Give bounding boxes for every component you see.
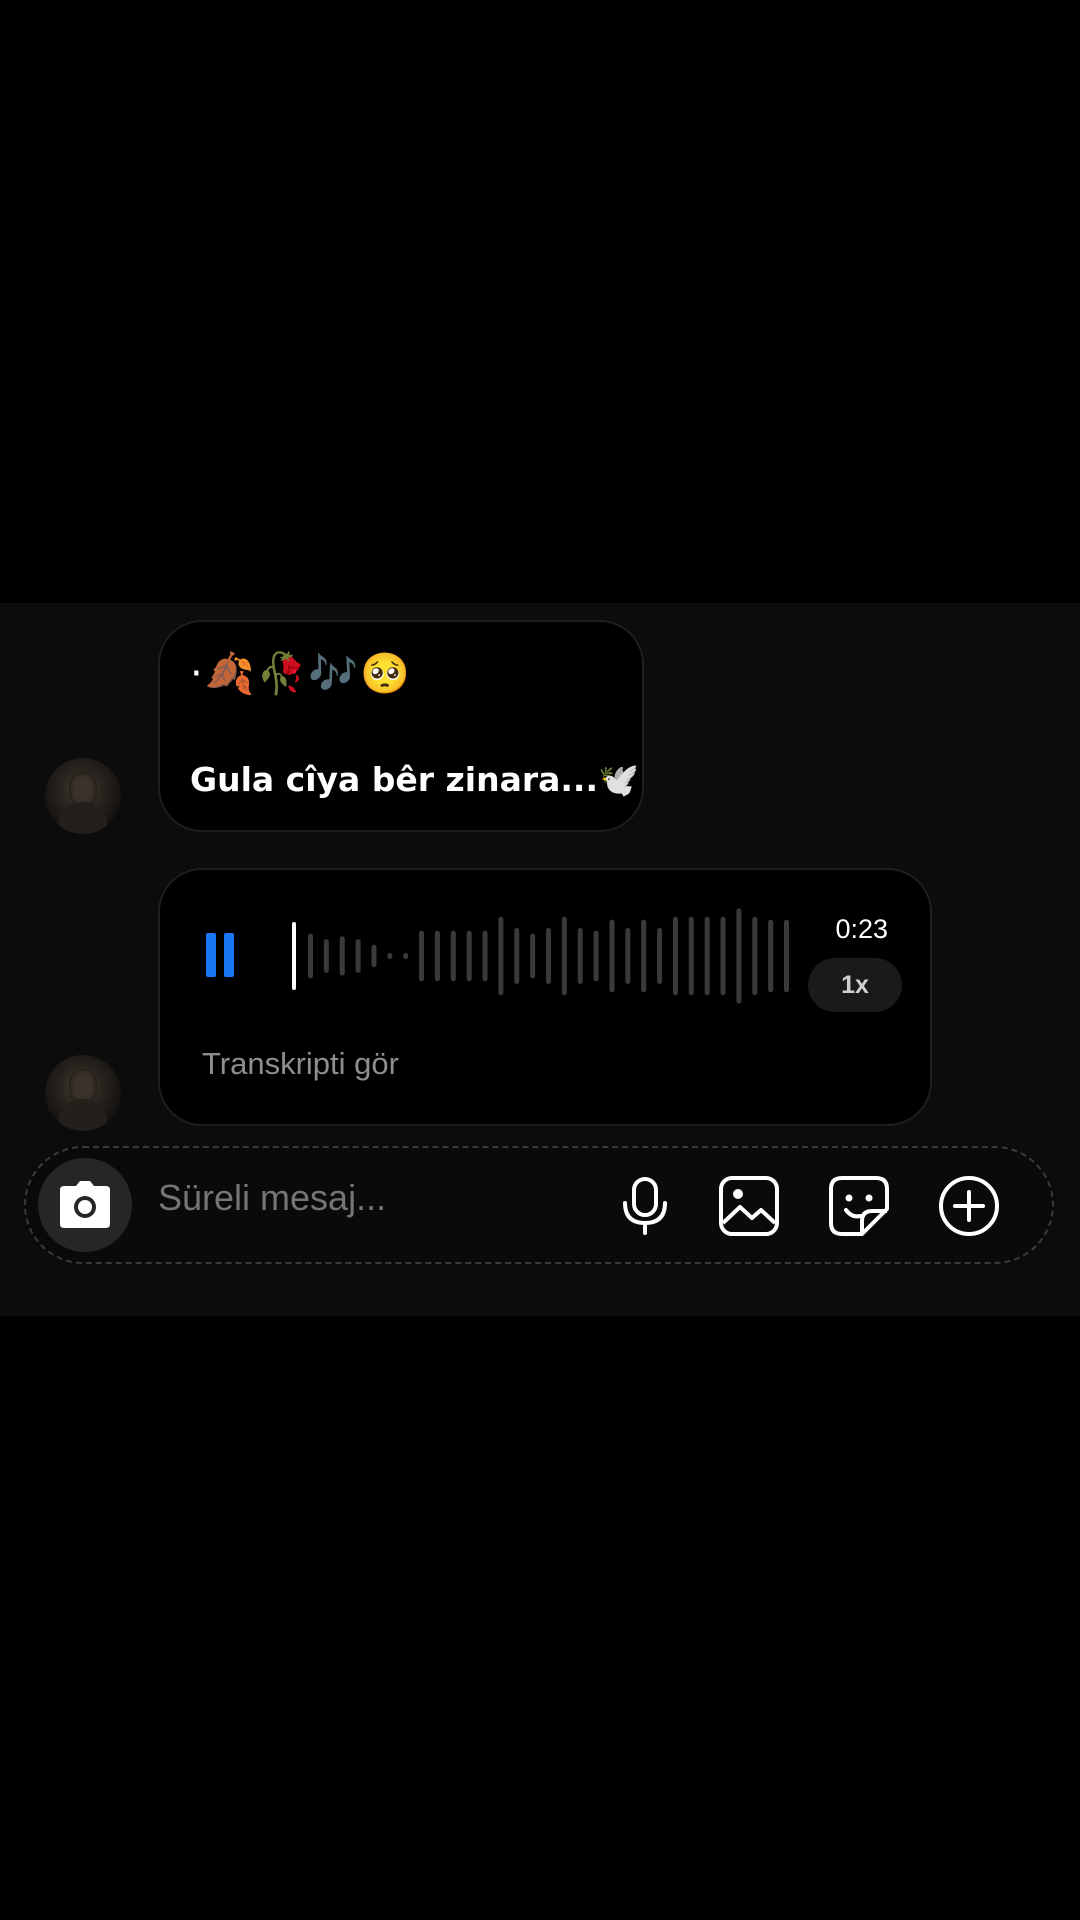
waveform-bar (625, 928, 631, 984)
waveform-bar (657, 928, 663, 984)
plus-circle-icon[interactable] (938, 1175, 1000, 1237)
message-text: Gula cîya bêr zinara...🕊️ (190, 760, 640, 799)
playback-speed-button[interactable]: 1x (808, 958, 902, 1012)
message-composer (24, 1146, 1054, 1264)
camera-icon (60, 1181, 110, 1228)
waveform-bar (482, 930, 488, 982)
camera-button[interactable] (38, 1158, 132, 1252)
waveform-bar (609, 919, 615, 993)
view-transcript-link[interactable]: Transkripti gör (202, 1046, 399, 1082)
waveform-bar (704, 916, 710, 996)
waveform-bar (371, 944, 377, 968)
microphone-icon[interactable] (614, 1175, 676, 1237)
waveform-bar (323, 939, 329, 973)
waveform-bar (593, 930, 599, 982)
sender-avatar[interactable] (45, 1055, 121, 1131)
waveform-bar (434, 930, 440, 982)
waveform-bar (450, 930, 456, 982)
waveform-bar (387, 953, 393, 959)
waveform-bar (466, 930, 472, 982)
waveform-bar (688, 916, 694, 996)
waveform-bar (561, 916, 567, 996)
waveform-bar (355, 939, 361, 973)
waveform-bar (339, 936, 345, 976)
waveform-bar (641, 919, 647, 993)
waveform-bar (308, 933, 313, 979)
waveform-bar (736, 908, 742, 1004)
waveform-bar (403, 953, 409, 959)
waveform-bar (720, 916, 726, 996)
pause-icon[interactable] (206, 933, 236, 977)
sticker-icon[interactable] (828, 1175, 890, 1237)
waveform-bar (514, 928, 520, 984)
message-input[interactable] (156, 1176, 600, 1220)
voice-waveform[interactable] (290, 900, 790, 1012)
waveform-bar (498, 916, 504, 996)
sender-avatar[interactable] (45, 758, 121, 834)
emoji-line: ·🍂🥀🎶🥺 (190, 651, 412, 697)
voice-duration: 0:23 (835, 914, 888, 944)
waveform-bar (530, 933, 536, 979)
waveform-bar (672, 916, 678, 996)
waveform-bar (768, 919, 774, 993)
waveform-bar (752, 916, 758, 996)
waveform-bar (546, 928, 551, 984)
text-message-bubble[interactable]: ·🍂🥀🎶🥺 Gula cîya bêr zinara...🕊️ (158, 620, 644, 832)
playhead[interactable] (292, 922, 296, 990)
gallery-icon[interactable] (718, 1175, 780, 1237)
waveform-bar (419, 930, 425, 982)
waveform-bar (784, 919, 789, 993)
chat-screen: ·🍂🥀🎶🥺 Gula cîya bêr zinara...🕊️ 0:23 1x … (0, 0, 1080, 1920)
waveform-bar (577, 928, 583, 984)
voice-message-bubble[interactable]: 0:23 1x Transkripti gör (158, 868, 932, 1126)
